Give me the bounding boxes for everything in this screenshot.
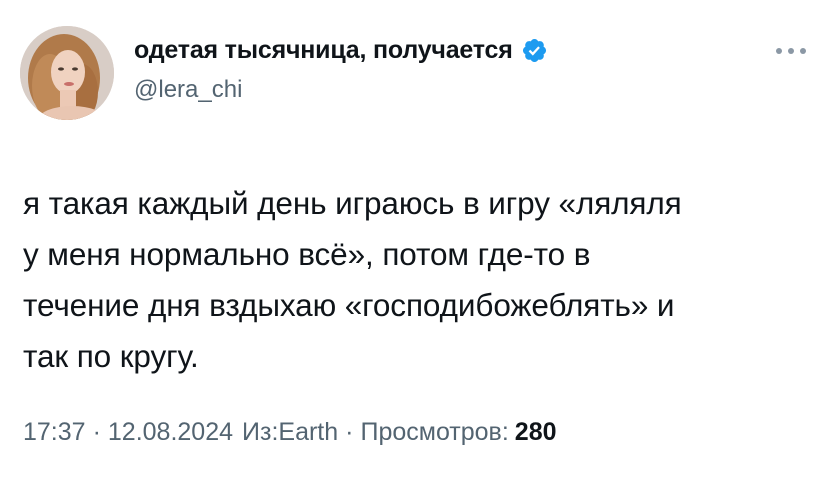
author-info: одетая тысячница, получается @lera_chi [134,34,548,104]
avatar-image [20,26,114,120]
meta-separator: · [345,418,354,446]
avatar[interactable] [20,26,114,120]
views-label: Просмотров: [360,418,509,446]
meta-separator: · [92,418,101,446]
more-dot [776,48,782,54]
verified-badge-icon [521,37,548,64]
author-display-name[interactable]: одетая тысячница, получается [134,36,513,65]
views-count: 280 [514,418,557,446]
tweet-text: я такая каждый день играюсь в игру «ляля… [23,185,682,374]
author-name-row: одетая тысячница, получается [134,34,548,66]
tweet-date[interactable]: 12.08.2024 [108,418,233,447]
tweet-time[interactable]: 17:37 [23,418,86,447]
more-options-icon[interactable] [776,46,806,56]
author-handle[interactable]: @lera_chi [134,76,548,104]
tweet-meta: 17:37 · 12.08.2024 Из:Earth · Просмотров… [23,418,557,447]
tweet-source: Из:Earth [242,418,339,446]
tweet-card: одетая тысячница, получается @lera_chi я… [0,0,828,478]
more-dot [788,48,794,54]
more-dot [800,48,806,54]
